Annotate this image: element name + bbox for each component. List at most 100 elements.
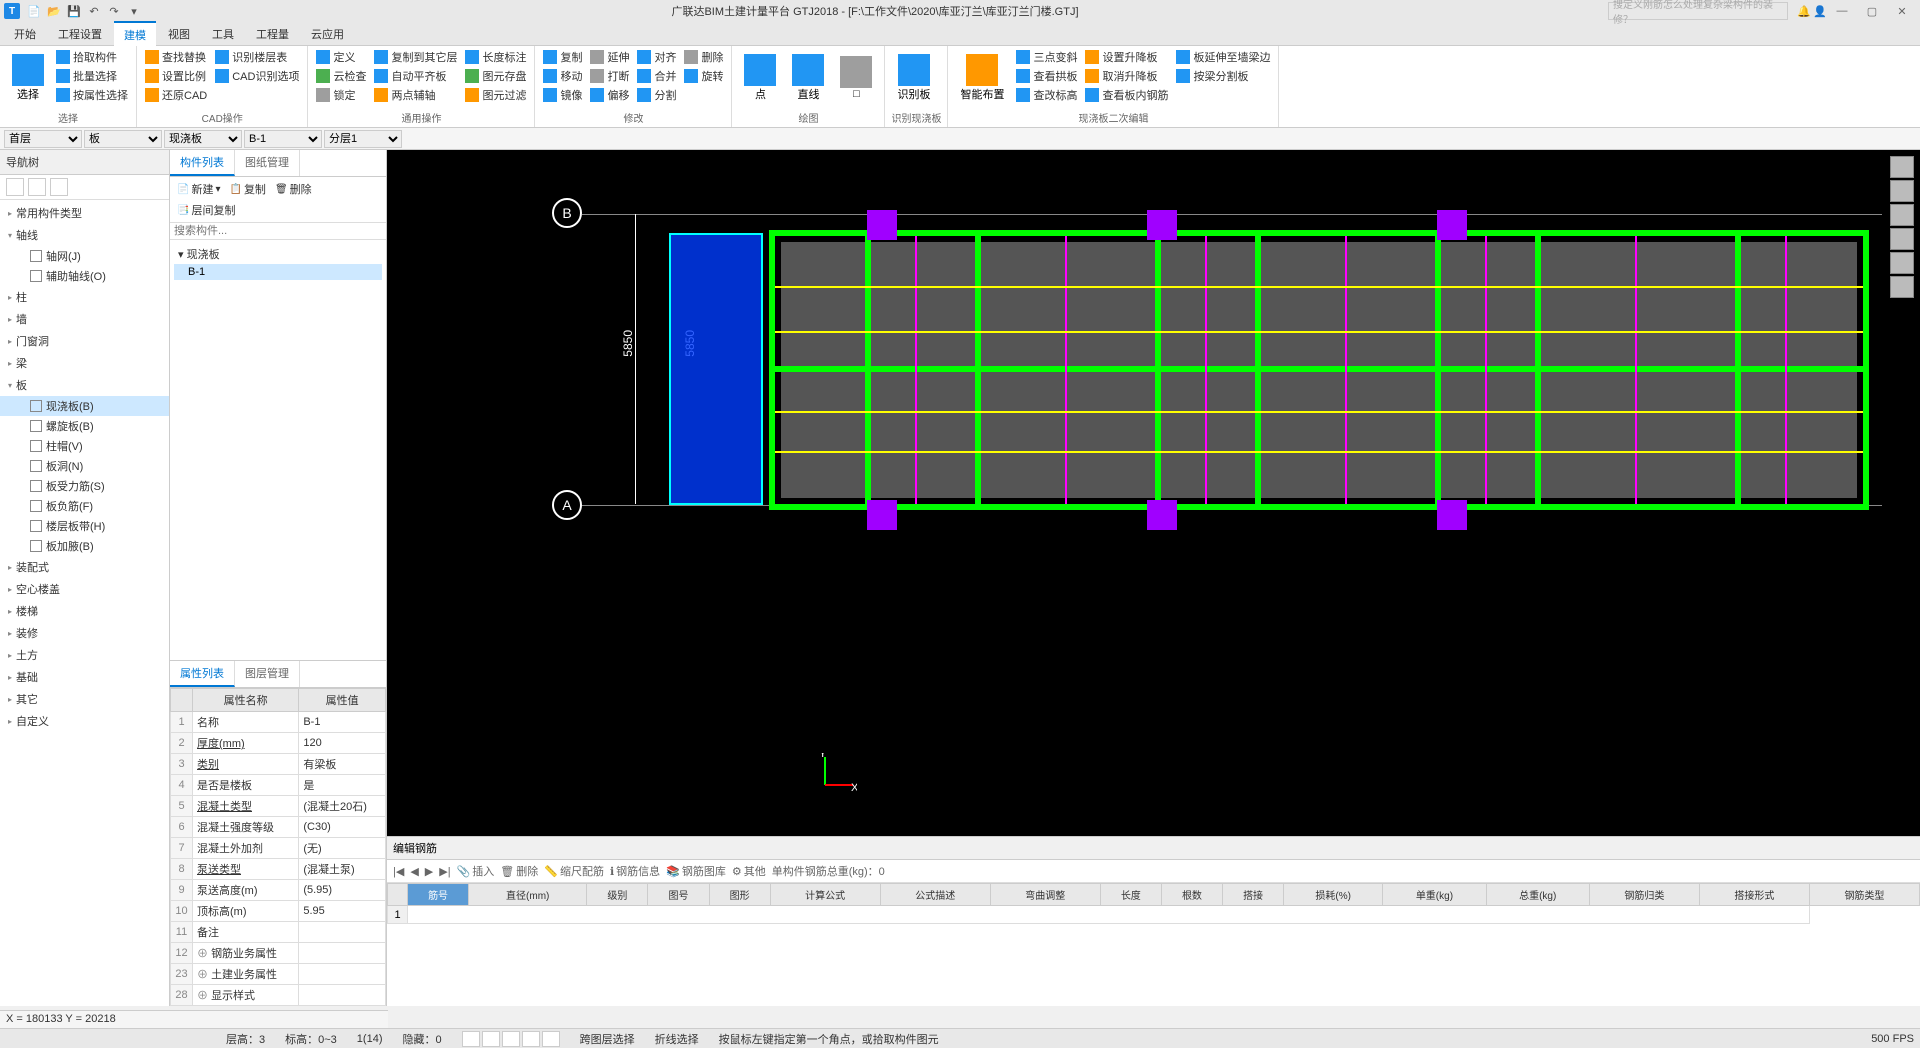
copy-to-other-floor[interactable]: 复制到其它层: [372, 48, 459, 66]
two-point-axis[interactable]: 两点辅轴: [372, 86, 459, 104]
nav-item-现浇板(B)[interactable]: 现浇板(B): [0, 396, 169, 416]
tab-tools[interactable]: 工具: [202, 22, 244, 46]
drawing-canvas[interactable]: B A 5850 5850: [387, 150, 1920, 836]
rebar-col-11[interactable]: 损耗(%): [1284, 884, 1383, 906]
nav-item-轴网(J)[interactable]: 轴网(J): [0, 246, 169, 266]
nav-cat-装配式[interactable]: 装配式: [0, 556, 169, 578]
break[interactable]: 打断: [588, 67, 631, 85]
nav-cat-装修[interactable]: 装修: [0, 622, 169, 644]
rebar-col-12[interactable]: 单重(kg): [1383, 884, 1486, 906]
column-2[interactable]: [1147, 210, 1177, 240]
rebar-col-2[interactable]: 级别: [587, 884, 648, 906]
nav-item-辅助轴线(O)[interactable]: 辅助轴线(O): [0, 266, 169, 286]
extend-slab-to-wall-beam[interactable]: 板延伸至墙梁边: [1174, 48, 1272, 66]
rebar-col-3[interactable]: 图号: [648, 884, 709, 906]
help-search[interactable]: 搜定义刚筋怎么处理复杂梁构件的装修？: [1608, 2, 1788, 20]
tab-property-list[interactable]: 属性列表: [170, 661, 235, 687]
column-5[interactable]: [1147, 500, 1177, 530]
prop-val-11[interactable]: [299, 922, 386, 943]
align[interactable]: 对齐: [635, 48, 678, 66]
restore-cad[interactable]: 还原CAD: [143, 86, 209, 104]
comp-new[interactable]: 📄新建 ▾: [174, 180, 223, 198]
nav-tree[interactable]: 常用构件类型轴线轴网(J)辅助轴线(O)柱墙门窗洞梁板现浇板(B)螺旋板(B)柱…: [0, 200, 169, 1006]
rebar-col-9[interactable]: 根数: [1161, 884, 1222, 906]
sb-tool-2[interactable]: [482, 1031, 500, 1047]
tab-cloud[interactable]: 云应用: [301, 22, 354, 46]
view-top-icon[interactable]: [1890, 180, 1914, 202]
lock[interactable]: 锁定: [314, 86, 368, 104]
type-select[interactable]: 现浇板: [164, 130, 242, 148]
tab-project-settings[interactable]: 工程设置: [48, 22, 112, 46]
offset[interactable]: 偏移: [588, 86, 631, 104]
identify-slab[interactable]: 识别板: [891, 48, 936, 108]
rebar-col-0[interactable]: 筋号: [408, 884, 469, 906]
tab-quantity[interactable]: 工程量: [246, 22, 299, 46]
nav-item-板洞(N)[interactable]: 板洞(N): [0, 456, 169, 476]
qat-redo-icon[interactable]: ↷: [106, 3, 122, 19]
rebar-col-15[interactable]: 搭接形式: [1699, 884, 1809, 906]
move[interactable]: 移动: [541, 67, 584, 85]
comp-delete[interactable]: 🗑删除: [272, 180, 315, 198]
user-icon[interactable]: 👤: [1812, 3, 1828, 19]
prop-val-28[interactable]: [299, 985, 386, 1006]
prop-val-23[interactable]: [299, 964, 386, 985]
component-select[interactable]: B-1: [244, 130, 322, 148]
rebar-col-13[interactable]: 总重(kg): [1486, 884, 1589, 906]
rebar-col-4[interactable]: 图形: [709, 884, 770, 906]
rebar-col-6[interactable]: 公式描述: [880, 884, 990, 906]
nav-tool-3[interactable]: [50, 178, 68, 196]
nav-item-板负筋(F)[interactable]: 板负筋(F): [0, 496, 169, 516]
prop-val-2[interactable]: 120: [299, 733, 386, 754]
draw-line[interactable]: 直线: [786, 48, 830, 108]
draw-more[interactable]: □: [834, 48, 878, 108]
status-polyline-select[interactable]: 折线选择: [655, 1031, 699, 1047]
layer-select[interactable]: 分层1: [324, 130, 402, 148]
view-3d-icon[interactable]: [1890, 156, 1914, 178]
rebar-nav-first[interactable]: |◀: [393, 865, 404, 878]
split[interactable]: 分割: [635, 86, 678, 104]
tab-component-list[interactable]: 构件列表: [170, 150, 235, 176]
cloud-check[interactable]: 云检查: [314, 67, 368, 85]
rebar-scale[interactable]: 📏缩尺配筋: [544, 863, 604, 879]
rebar-delete[interactable]: 🗑删除: [500, 863, 538, 879]
slab-area[interactable]: [769, 230, 1869, 510]
nav-item-楼层板带(H)[interactable]: 楼层板带(H): [0, 516, 169, 536]
qat-new-icon[interactable]: 📄: [26, 3, 42, 19]
find-replace[interactable]: 查找替换: [143, 48, 209, 66]
sb-tool-5[interactable]: [542, 1031, 560, 1047]
rebar-col-14[interactable]: 钢筋归类: [1589, 884, 1699, 906]
minimize-button[interactable]: —: [1828, 5, 1856, 18]
column-4[interactable]: [867, 500, 897, 530]
draw-point[interactable]: 点: [738, 48, 782, 108]
merge[interactable]: 合并: [635, 67, 678, 85]
nav-cat-土方[interactable]: 土方: [0, 644, 169, 666]
smart-layout[interactable]: 智能布置: [954, 48, 1010, 108]
view-fit-icon[interactable]: [1890, 228, 1914, 250]
rebar-col-16[interactable]: 钢筋类型: [1809, 884, 1919, 906]
prop-val-8[interactable]: (混凝土泵): [299, 859, 386, 880]
nav-cat-自定义[interactable]: 自定义: [0, 710, 169, 732]
qat-open-icon[interactable]: 📂: [46, 3, 62, 19]
cad-options[interactable]: CAD识别选项: [213, 67, 301, 85]
prop-val-6[interactable]: (C30): [299, 817, 386, 838]
column-6[interactable]: [1437, 500, 1467, 530]
element-filter[interactable]: 图元过滤: [463, 86, 528, 104]
mirror[interactable]: 镜像: [541, 86, 584, 104]
tab-modeling[interactable]: 建模: [114, 21, 156, 47]
nav-cat-柱[interactable]: 柱: [0, 286, 169, 308]
tab-drawing-manage[interactable]: 图纸管理: [235, 150, 300, 176]
nav-cat-其它[interactable]: 其它: [0, 688, 169, 710]
view-arch-slab[interactable]: 查看拱板: [1014, 67, 1079, 85]
identify-floor-table[interactable]: 识别楼层表: [213, 48, 301, 66]
nav-cat-常用构件类型[interactable]: 常用构件类型: [0, 202, 169, 224]
element-save[interactable]: 图元存盘: [463, 67, 528, 85]
rebar-col-1[interactable]: 直径(mm): [469, 884, 587, 906]
prop-val-10[interactable]: 5.95: [299, 901, 386, 922]
view-slab-rebar[interactable]: 查看板内钢筋: [1083, 86, 1170, 104]
category-select[interactable]: 板: [84, 130, 162, 148]
nav-tool-1[interactable]: [6, 178, 24, 196]
select-button[interactable]: 选择: [6, 48, 50, 108]
rebar-insert[interactable]: 📎插入: [457, 863, 495, 879]
nav-tool-2[interactable]: [28, 178, 46, 196]
rebar-library[interactable]: 📚钢筋图库: [666, 863, 726, 879]
